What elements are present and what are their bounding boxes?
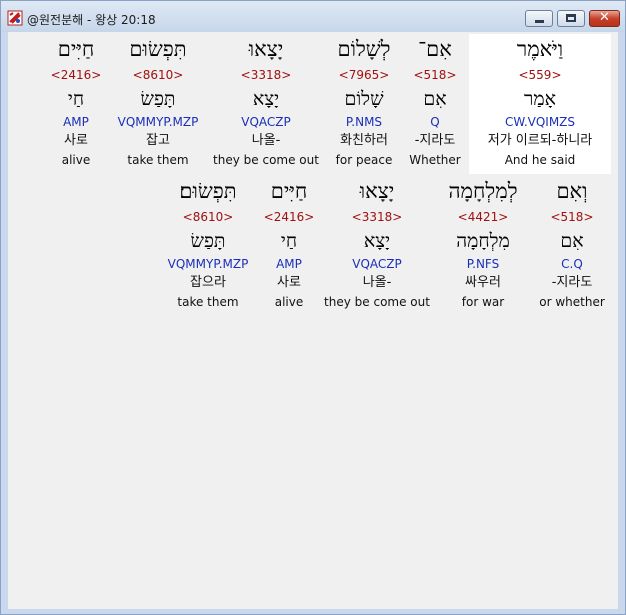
hebrew-word: חַיִּים [57, 37, 95, 61]
maximize-icon [566, 14, 576, 22]
window-title: @원전분해 - 왕상 20:18 [27, 13, 156, 27]
parsing-code: VQMMYP.MZP [167, 257, 249, 271]
title-bar[interactable]: @원전분해 - 왕상 20:18 ✕ [1, 1, 625, 32]
hebrew-lexeme: תָּפַשׂ [190, 230, 226, 252]
maximize-button[interactable] [557, 10, 585, 27]
hebrew-word: תִּפְשׂוּם׃ [179, 179, 237, 203]
close-button[interactable]: ✕ [589, 10, 620, 27]
app-window: @원전분해 - 왕상 20:18 ✕ וַיֹּאמֶר <559> אָמַר… [0, 0, 626, 615]
minimize-icon [535, 20, 544, 23]
app-logo-icon [7, 10, 23, 26]
english-gloss: alive [61, 153, 91, 167]
korean-gloss: 사로 [64, 133, 88, 148]
interlinear-panel[interactable]: וַיֹּאמֶר <559> אָמַר CW.VQIMZS 저가 이르되-하… [8, 32, 618, 609]
minimize-button[interactable] [525, 10, 553, 27]
strong-number[interactable]: <2416> [11, 67, 141, 83]
strong-number[interactable]: <8610> [143, 209, 273, 225]
close-icon: ✕ [599, 10, 610, 25]
korean-gloss: 잡으라 [190, 275, 226, 290]
parsing-code: AMP [63, 115, 89, 129]
english-gloss: take them [177, 295, 239, 309]
hebrew-lexeme: חַי [67, 88, 85, 110]
